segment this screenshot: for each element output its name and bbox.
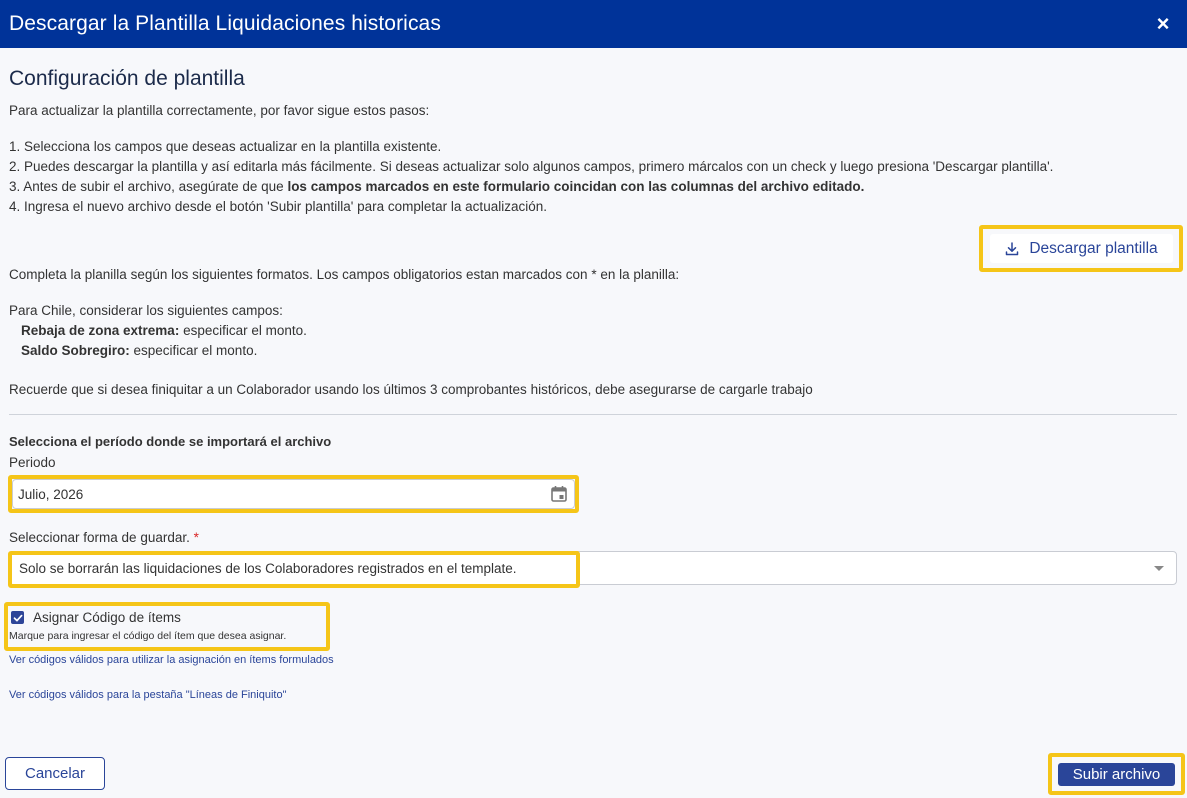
period-label: Periodo xyxy=(9,455,56,470)
download-template-button[interactable]: Descargar plantilla xyxy=(990,234,1173,263)
modal-footer: Cancelar Subir archivo xyxy=(0,745,1187,798)
chile-field-1-name: Rebaja de zona extrema: xyxy=(21,323,180,338)
chile-field-2-desc: especificar el monto. xyxy=(129,343,258,358)
section-title: Configuración de plantilla xyxy=(9,67,245,90)
step-3-bold-text: los campos marcados en este formulario c… xyxy=(287,179,865,194)
modal-header: Descargar la Plantilla Liquidaciones his… xyxy=(0,0,1187,48)
step-2: 2. Puedes descargar la plantilla y así e… xyxy=(9,159,1054,174)
modal-title: Descargar la Plantilla Liquidaciones his… xyxy=(9,12,441,35)
save-mode-label: Seleccionar forma de guardar. * xyxy=(9,530,199,545)
download-icon xyxy=(1005,241,1019,256)
close-icon[interactable]: × xyxy=(1151,12,1175,36)
divider xyxy=(9,414,1177,415)
download-template-label: Descargar plantilla xyxy=(1029,239,1158,257)
period-section-title: Selecciona el período donde se importará… xyxy=(9,434,332,449)
chile-field-2: Saldo Sobregiro: especificar el monto. xyxy=(21,343,257,358)
submit-file-button[interactable]: Subir archivo xyxy=(1058,763,1175,786)
format-note: Completa la planilla según los siguiente… xyxy=(9,267,680,282)
step-3-text: 3. Antes de subir el archivo, asegúrate … xyxy=(9,179,288,194)
modal-body: Configuración de plantilla Para actualiz… xyxy=(0,48,1187,745)
assign-codes-label: Asignar Código de ítems xyxy=(33,610,181,625)
period-input[interactable]: Julio, 2026 xyxy=(12,479,575,509)
step-1: 1. Selecciona los campos que deseas actu… xyxy=(9,139,442,154)
intro-text: Para actualizar la plantilla correctamen… xyxy=(9,103,430,118)
chile-field-2-name: Saldo Sobregiro: xyxy=(21,343,130,358)
assign-codes-checkbox[interactable] xyxy=(11,611,24,624)
assign-codes-help: Marque para ingresar el código del ítem … xyxy=(9,630,287,642)
required-asterisk: * xyxy=(193,530,199,545)
reminder-text: Recuerde que si desea finiquitar a un Co… xyxy=(9,382,813,397)
chile-field-1-desc: especificar el monto. xyxy=(179,323,307,338)
chile-intro: Para Chile, considerar los siguientes ca… xyxy=(9,303,283,318)
step-3: 3. Antes de subir el archivo, asegúrate … xyxy=(9,179,864,194)
link-finiquito-codes[interactable]: Ver códigos válidos para la pestaña "Lín… xyxy=(9,689,287,701)
chevron-down-icon xyxy=(1154,566,1164,571)
cancel-button[interactable]: Cancelar xyxy=(5,757,105,790)
chile-field-1: Rebaja de zona extrema: especificar el m… xyxy=(21,323,307,338)
step-4: 4. Ingresa el nuevo archivo desde el bot… xyxy=(9,199,547,214)
period-value: Julio, 2026 xyxy=(18,486,84,502)
calendar-icon[interactable] xyxy=(550,485,568,506)
save-mode-label-text: Seleccionar forma de guardar. xyxy=(9,530,190,545)
save-mode-highlight xyxy=(8,551,580,588)
link-formulated-codes[interactable]: Ver códigos válidos para utilizar la asi… xyxy=(9,654,334,666)
